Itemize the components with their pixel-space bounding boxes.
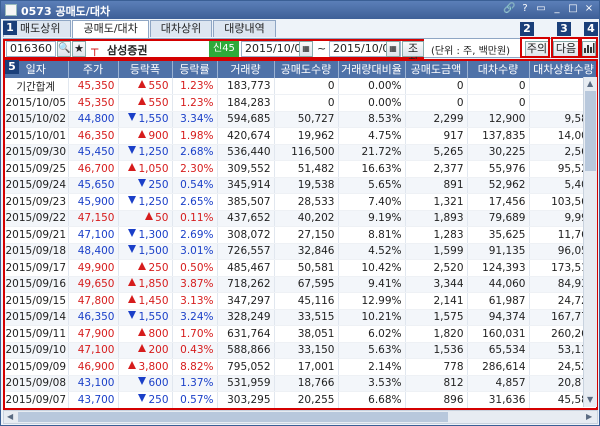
search-icon[interactable]: 🔍 [57, 41, 71, 57]
tab-lending-top[interactable]: 대차상위 [149, 20, 213, 37]
callout-badge-4: 4 [584, 22, 598, 36]
scroll-right-icon[interactable]: ▶ [586, 412, 592, 421]
tab-bar: 매도상위 공매도/대차 대차상위 대량내역 [3, 20, 277, 38]
tab-bulk-history[interactable]: 대량내역 [213, 20, 276, 37]
maximize-icon[interactable]: □ [567, 3, 579, 15]
main-window: 0573 공매도/대차 🔗 ? ▭ _ □ × 매도상위 공매도/대차 대차상위… [0, 0, 600, 426]
callout-badge-5: 5 [5, 60, 19, 74]
callout-frame-2 [520, 37, 550, 58]
scroll-up-icon[interactable]: ▲ [587, 79, 593, 88]
link-icon[interactable]: 🔗 [503, 3, 515, 15]
help-icon[interactable]: ? [519, 3, 531, 15]
restore-icon[interactable]: ▭ [535, 3, 547, 15]
horizontal-scroll-thumb[interactable] [18, 412, 448, 422]
query-button[interactable]: 조회 [402, 41, 424, 69]
stock-logo-icon: ┬ [91, 42, 99, 56]
window-title: 0573 공매도/대차 [21, 5, 111, 18]
calendar-to-icon[interactable]: ▦ [386, 41, 400, 57]
stock-code-input[interactable]: 016360 [6, 41, 56, 57]
callout-badge-2: 2 [520, 22, 534, 36]
star-icon[interactable]: ★ [72, 41, 86, 57]
callout-frame-5 [3, 59, 598, 410]
scroll-down-icon[interactable]: ▼ [587, 395, 593, 404]
callout-frame-3 [551, 37, 580, 58]
title-bar: 0573 공매도/대차 🔗 ? ▭ _ □ × [1, 1, 599, 19]
date-separator: ~ [317, 42, 327, 55]
app-icon [5, 4, 17, 16]
horizontal-scrollbar[interactable]: ◀ ▶ [3, 410, 598, 424]
scroll-left-icon[interactable]: ◀ [7, 412, 13, 421]
credit-badge: 신45 [209, 41, 239, 57]
callout-frame-4 [580, 37, 598, 58]
calendar-from-icon[interactable]: ▦ [299, 41, 313, 57]
callout-badge-1: 1 [3, 21, 17, 35]
close-icon[interactable]: × [583, 3, 595, 15]
stock-name: 삼성증권 [107, 44, 148, 57]
vertical-scroll-thumb[interactable] [585, 91, 596, 171]
vertical-scrollbar[interactable]: ▲ ▼ [583, 77, 597, 407]
unit-text: (단위 : 주, 백만원) [431, 46, 511, 57]
query-toolbar: 016360 🔍 ★ ┬ 삼성증권 신45 2015/10/05 ▦ ~ 201… [3, 38, 598, 69]
callout-badge-3: 3 [557, 22, 571, 36]
minimize-icon[interactable]: _ [551, 3, 563, 15]
tab-short-lending[interactable]: 공매도/대차 [72, 20, 149, 38]
window-controls: 🔗 ? ▭ _ □ × [503, 3, 595, 15]
